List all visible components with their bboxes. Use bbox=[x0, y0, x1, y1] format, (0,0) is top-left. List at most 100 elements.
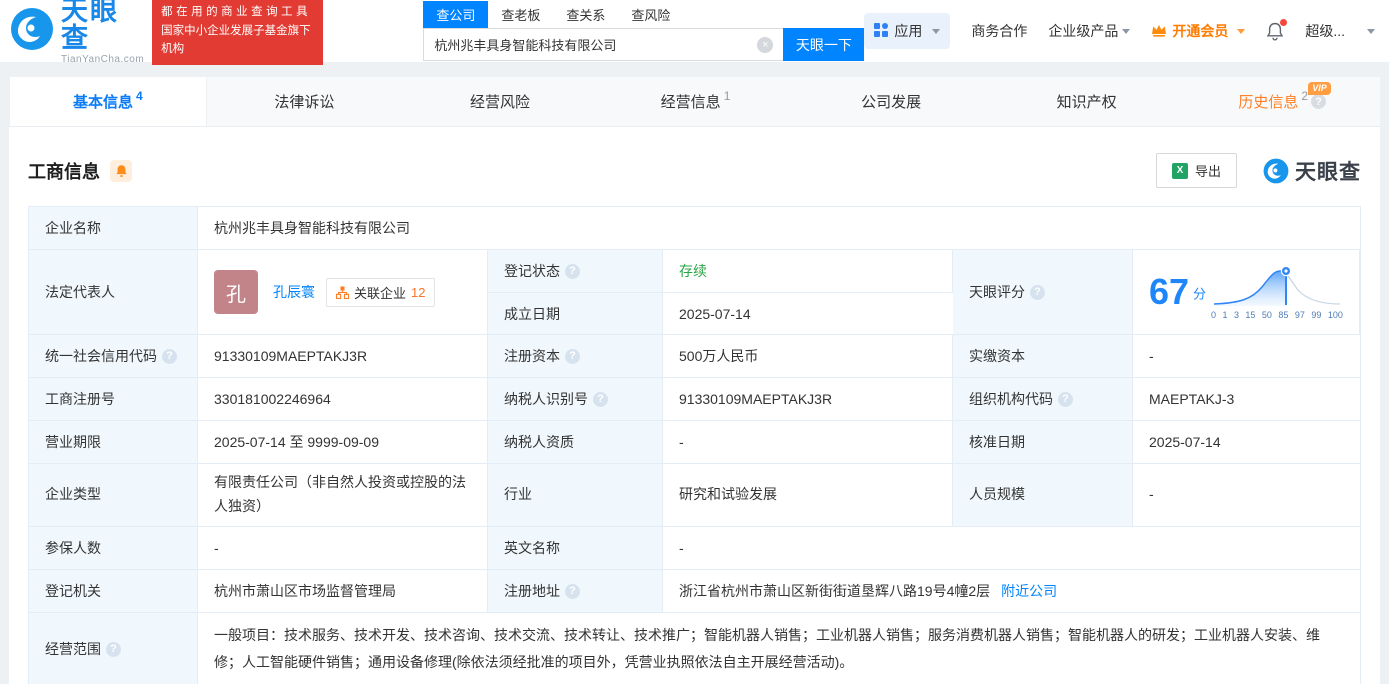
watermark-text: 天眼查 bbox=[1295, 160, 1361, 184]
promo-line2: 国家中小企业发展子基金旗下机构 bbox=[161, 24, 311, 56]
export-button[interactable]: X 导出 bbox=[1155, 153, 1237, 188]
watermark-logo: 天眼查 bbox=[1263, 156, 1361, 186]
paid-capital-value: - bbox=[1133, 335, 1360, 378]
tab-count: 1 bbox=[723, 89, 731, 103]
tab-basic-info[interactable]: 基本信息 4 bbox=[9, 77, 207, 126]
business-info-table: 企业名称 杭州兆丰具身智能科技有限公司 法定代表人 孔 孔辰寰 关联企业 12 bbox=[28, 206, 1361, 684]
logo-text: 天眼查 bbox=[61, 0, 119, 53]
axis-tick: 85 bbox=[1278, 309, 1289, 320]
enterprise-products-label: 企业级产品 bbox=[1048, 23, 1119, 39]
tianyan-score-cell: 67 分 0 1 3 15 50 85 97 99 100 bbox=[1133, 250, 1360, 335]
header-nav: 应用 商务合作 企业级产品 开通会员 超级... bbox=[864, 13, 1375, 49]
nav-cooperation[interactable]: 商务合作 bbox=[971, 21, 1027, 41]
score-value: 67 bbox=[1149, 271, 1190, 312]
tianyancha-logo[interactable]: 天眼查 TianYanCha.com bbox=[10, 0, 144, 65]
table-row: 登记机关 杭州市萧山区市场监督管理局 注册地址 ? 浙江省杭州市萧山区新街街道垦… bbox=[29, 570, 1360, 613]
help-icon[interactable]: ? bbox=[1030, 284, 1045, 300]
field-label: 天眼评分 ? bbox=[953, 250, 1133, 335]
field-label: 实缴资本 bbox=[953, 335, 1133, 378]
nearby-companies-link[interactable]: 附近公司 bbox=[1001, 581, 1057, 601]
tianyancha-swirl-icon bbox=[1263, 158, 1289, 183]
monitor-bell-button[interactable] bbox=[110, 159, 132, 182]
tab-legal-litigation[interactable]: 法律诉讼 bbox=[207, 77, 403, 126]
credit-code-value: 91330109MAEPTAKJ3R bbox=[198, 335, 488, 378]
reg-capital-value: 500万人民币 bbox=[663, 335, 953, 378]
table-row: 法定代表人 孔 孔辰寰 关联企业 12 登记状态 ? 存续 天眼评分 ? 67 … bbox=[29, 250, 1360, 335]
reg-authority-value: 杭州市萧山区市场监督管理局 bbox=[198, 570, 488, 613]
field-label-text: 注册地址 bbox=[504, 583, 560, 599]
tab-label: 法律诉讼 bbox=[274, 94, 335, 111]
top-header: 天眼查 TianYanCha.com 都在用的商业查询工具 国家中小企业发展子基… bbox=[0, 0, 1389, 65]
tab-label: 历史信息 bbox=[1238, 94, 1299, 111]
related-companies-badge[interactable]: 关联企业 12 bbox=[326, 277, 436, 307]
english-name-value: - bbox=[663, 527, 1360, 570]
legal-rep-link[interactable]: 孔辰寰 bbox=[273, 282, 315, 302]
score-distribution-chart: 0 1 3 15 50 85 97 99 100 bbox=[1211, 265, 1343, 320]
staff-size-value: - bbox=[1133, 464, 1360, 527]
search-tab-company[interactable]: 查公司 bbox=[423, 1, 489, 28]
field-label: 统一社会信用代码 ? bbox=[29, 335, 198, 378]
network-icon bbox=[336, 285, 349, 299]
tab-intellectual-property[interactable]: 知识产权 bbox=[989, 77, 1185, 126]
search-tabs: 查公司 查老板 查关系 查风险 bbox=[423, 1, 864, 28]
help-icon[interactable]: ? bbox=[1311, 94, 1327, 109]
table-row: 企业类型 有限责任公司（非自然人投资或控股的法人独资） 行业 研究和试验发展 人… bbox=[29, 464, 1360, 527]
chevron-down-icon bbox=[932, 28, 941, 34]
business-scope-value: 一般项目：技术服务、技术开发、技术咨询、技术交流、技术转让、技术推广；智能机器人… bbox=[214, 627, 1320, 671]
field-label: 企业类型 bbox=[29, 464, 198, 527]
axis-tick: 97 bbox=[1294, 309, 1305, 320]
help-icon[interactable]: ? bbox=[162, 348, 177, 364]
help-icon[interactable]: ? bbox=[1058, 391, 1073, 407]
field-label: 法定代表人 bbox=[29, 250, 198, 335]
related-count: 12 bbox=[411, 284, 426, 300]
help-icon[interactable]: ? bbox=[565, 583, 580, 599]
field-label: 组织机构代码 ? bbox=[953, 378, 1133, 421]
export-label: 导出 bbox=[1194, 164, 1221, 179]
axis-tick: 3 bbox=[1233, 309, 1239, 320]
apps-grid-icon bbox=[874, 22, 889, 40]
help-icon[interactable]: ? bbox=[565, 263, 580, 279]
avatar[interactable]: 孔 bbox=[214, 270, 258, 314]
apps-menu[interactable]: 应用 bbox=[864, 13, 951, 49]
search-input[interactable] bbox=[423, 28, 784, 61]
reg-status-value: 存续 bbox=[663, 250, 953, 293]
org-code-value: MAEPTAKJ-3 bbox=[1133, 378, 1360, 421]
help-icon[interactable]: ? bbox=[593, 391, 608, 407]
field-label: 登记状态 ? bbox=[488, 250, 663, 293]
axis-tick: 1 bbox=[1222, 309, 1228, 320]
open-vip-button[interactable]: 开通会员 bbox=[1151, 21, 1246, 41]
tab-operating-risk[interactable]: 经营风险 bbox=[402, 77, 598, 126]
search-tab-relation[interactable]: 查关系 bbox=[553, 1, 618, 28]
tab-count: 4 bbox=[135, 89, 143, 103]
field-label: 注册地址 ? bbox=[488, 570, 663, 613]
search-button[interactable]: 天眼一下 bbox=[783, 28, 865, 61]
field-label: 英文名称 bbox=[488, 527, 663, 570]
field-label: 人员规模 bbox=[953, 464, 1133, 527]
axis-tick: 15 bbox=[1245, 309, 1256, 320]
tab-company-development[interactable]: 公司发展 bbox=[793, 77, 989, 126]
field-label: 纳税人识别号 ? bbox=[488, 378, 663, 421]
field-label: 注册资本 ? bbox=[488, 335, 663, 378]
user-menu[interactable]: 超级... bbox=[1305, 21, 1375, 41]
table-row: 经营范围 ? 一般项目：技术服务、技术开发、技术咨询、技术交流、技术转让、技术推… bbox=[29, 613, 1360, 684]
tab-operating-info[interactable]: 经营信息 1 bbox=[598, 77, 794, 126]
tab-label: 公司发展 bbox=[861, 94, 922, 111]
reg-address-value: 浙江省杭州市萧山区新街街道垦辉八路19号4幢2层 bbox=[679, 583, 991, 599]
notifications-bell[interactable] bbox=[1266, 18, 1288, 41]
tab-label: 基本信息 bbox=[72, 94, 133, 111]
help-icon[interactable]: ? bbox=[106, 641, 121, 657]
search-area: 查公司 查老板 查关系 查风险 × 天眼一下 bbox=[423, 1, 865, 61]
search-tab-boss[interactable]: 查老板 bbox=[488, 1, 553, 28]
reg-address-cell: 浙江省杭州市萧山区新街街道垦辉八路19号4幢2层 附近公司 bbox=[663, 570, 1360, 613]
search-tab-risk[interactable]: 查风险 bbox=[618, 1, 683, 28]
field-label: 纳税人资质 bbox=[488, 421, 663, 464]
excel-icon: X bbox=[1171, 162, 1188, 179]
vip-badge: VIP bbox=[1308, 82, 1331, 95]
field-label-text: 纳税人识别号 bbox=[504, 391, 588, 407]
nav-enterprise-products[interactable]: 企业级产品 bbox=[1048, 21, 1131, 41]
table-row: 营业期限 2025-07-14 至 9999-09-09 纳税人资质 - 核准日… bbox=[29, 421, 1360, 464]
promo-banner: 都在用的商业查询工具 国家中小企业发展子基金旗下机构 bbox=[152, 0, 324, 65]
related-label: 关联企业 bbox=[354, 285, 407, 301]
help-icon[interactable]: ? bbox=[565, 348, 580, 364]
tab-history-info[interactable]: 历史信息 2 ? VIP bbox=[1184, 77, 1380, 126]
